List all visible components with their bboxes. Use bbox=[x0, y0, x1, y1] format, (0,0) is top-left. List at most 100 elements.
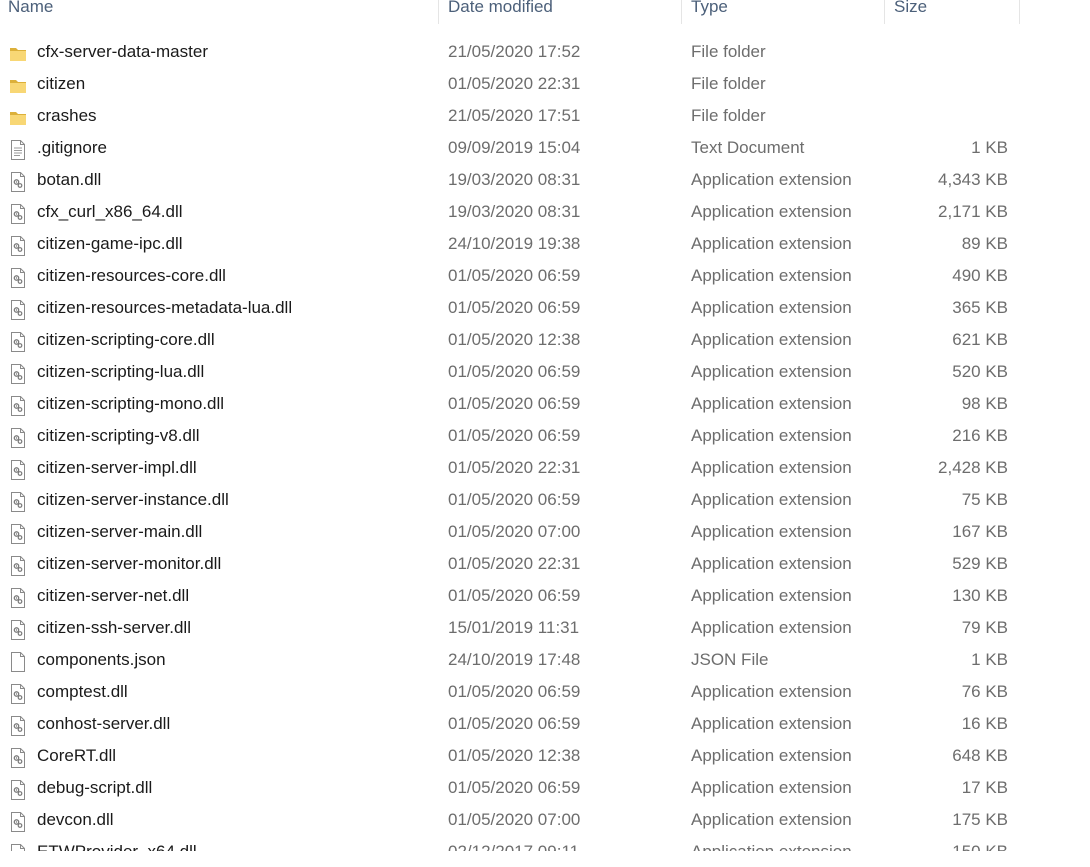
file-size: 167 KB bbox=[952, 522, 1008, 541]
file-row-citizen-resources-core-dll[interactable]: citizen-resources-core.dll 01/05/2020 06:… bbox=[0, 260, 1020, 292]
file-row-debug-script-dll[interactable]: debug-script.dll 01/05/2020 06:59 Applicat… bbox=[0, 772, 1020, 804]
file-type: Application extension bbox=[691, 298, 852, 317]
file-type: Application extension bbox=[691, 394, 852, 413]
column-header-name[interactable]: Name bbox=[0, 0, 438, 24]
file-row-citizen-server-monitor-dll[interactable]: citizen-server-monitor.dll 01/05/2020 22:… bbox=[0, 548, 1020, 580]
dll-file-icon bbox=[9, 619, 27, 640]
file-name: citizen-scripting-v8.dll bbox=[37, 426, 200, 445]
file-name: comptest.dll bbox=[37, 682, 128, 701]
file-row-components-json[interactable]: components.json 24/10/2019 17:48 JSON File… bbox=[0, 644, 1020, 676]
file-type: Application extension bbox=[691, 426, 852, 445]
file-name: devcon.dll bbox=[37, 810, 114, 829]
folder-icon bbox=[9, 75, 27, 95]
file-type: Application extension bbox=[691, 490, 852, 509]
file-date-modified: 01/05/2020 07:00 bbox=[448, 522, 581, 541]
file-name: citizen-server-main.dll bbox=[37, 522, 203, 541]
file-date-modified: 01/05/2020 07:00 bbox=[448, 810, 581, 829]
column-header-size[interactable]: Size bbox=[884, 0, 1019, 24]
file-type: Text Document bbox=[691, 138, 805, 157]
dll-file-icon bbox=[9, 555, 27, 576]
file-size: 2,171 KB bbox=[938, 202, 1008, 221]
file-type: Application extension bbox=[691, 266, 852, 285]
file-type: Application extension bbox=[691, 586, 852, 605]
text-file-icon bbox=[9, 139, 27, 160]
file-row-gitignore[interactable]: .gitignore 09/09/2019 15:04 Text Document 1… bbox=[0, 132, 1020, 164]
file-name: citizen-scripting-mono.dll bbox=[37, 394, 225, 413]
file-row-botan-dll[interactable]: botan.dll 19/03/2020 08:31 Application ext… bbox=[0, 164, 1020, 196]
file-size: 98 KB bbox=[961, 394, 1008, 413]
dll-file-icon bbox=[9, 363, 27, 384]
file-row-citizen-scripting-v8-dll[interactable]: citizen-scripting-v8.dll 01/05/2020 06:59… bbox=[0, 420, 1020, 452]
file-date-modified: 19/03/2020 08:31 bbox=[448, 170, 581, 189]
file-row-citizen-ssh-server-dll[interactable]: citizen-ssh-server.dll 15/01/2019 11:31 Ap… bbox=[0, 612, 1020, 644]
file-date-modified: 24/10/2019 17:48 bbox=[448, 650, 581, 669]
file-date-modified: 01/05/2020 06:59 bbox=[448, 778, 581, 797]
file-name: citizen-scripting-core.dll bbox=[37, 330, 215, 349]
file-name: crashes bbox=[37, 106, 97, 125]
file-size: 4,343 KB bbox=[938, 170, 1008, 189]
dll-file-icon bbox=[9, 235, 27, 256]
file-row-citizen-scripting-lua-dll[interactable]: citizen-scripting-lua.dll 01/05/2020 06:5… bbox=[0, 356, 1020, 388]
file-date-modified: 19/03/2020 08:31 bbox=[448, 202, 581, 221]
column-divider[interactable] bbox=[1019, 0, 1020, 24]
file-name: citizen-ssh-server.dll bbox=[37, 618, 191, 637]
file-row-devcon-dll[interactable]: devcon.dll 01/05/2020 07:00 Application ex… bbox=[0, 804, 1020, 836]
file-row-citizen-server-impl-dll[interactable]: citizen-server-impl.dll 01/05/2020 22:31 A… bbox=[0, 452, 1020, 484]
file-size: 175 KB bbox=[952, 810, 1008, 829]
file-row-cfx-curl-x86-64-dll[interactable]: cfx_curl_x86_64.dll 19/03/2020 08:31 Appli… bbox=[0, 196, 1020, 228]
file-list: cfx-server-data-master 21/05/2020 17:52 Fi… bbox=[0, 36, 1090, 867]
column-header-type[interactable]: Type bbox=[681, 0, 884, 24]
file-name: conhost-server.dll bbox=[37, 714, 171, 733]
file-row-crashes[interactable]: crashes 21/05/2020 17:51 File folder bbox=[0, 100, 1020, 132]
file-row-citizen-resources-metadata-lua-dll[interactable]: citizen-resources-metadata-lua.dll 01/05/… bbox=[0, 292, 1020, 324]
file-date-modified: 01/05/2020 22:31 bbox=[448, 554, 581, 573]
file-row-conhost-server-dll[interactable]: conhost-server.dll 01/05/2020 06:59 Applic… bbox=[0, 708, 1020, 740]
dll-file-icon bbox=[9, 427, 27, 448]
file-name: cfx_curl_x86_64.dll bbox=[37, 202, 183, 221]
list-viewport-edge bbox=[0, 851, 1090, 867]
dll-file-icon bbox=[9, 331, 27, 352]
file-type: JSON File bbox=[691, 650, 769, 669]
file-name: debug-script.dll bbox=[37, 778, 153, 797]
file-size: 490 KB bbox=[952, 266, 1008, 285]
dll-file-icon bbox=[9, 587, 27, 608]
file-date-modified: 01/05/2020 06:59 bbox=[448, 298, 581, 317]
file-row-citizen-server-main-dll[interactable]: citizen-server-main.dll 01/05/2020 07:00 A… bbox=[0, 516, 1020, 548]
file-date-modified: 15/01/2019 11:31 bbox=[448, 618, 580, 637]
file-row-citizen[interactable]: citizen 01/05/2020 22:31 File folder bbox=[0, 68, 1020, 100]
dll-file-icon bbox=[9, 811, 27, 832]
file-size: 89 KB bbox=[961, 234, 1008, 253]
file-row-comptest-dll[interactable]: comptest.dll 01/05/2020 06:59 Application … bbox=[0, 676, 1020, 708]
file-name: citizen-scripting-lua.dll bbox=[37, 362, 205, 381]
file-type: File folder bbox=[691, 74, 766, 93]
file-type: Application extension bbox=[691, 522, 852, 541]
file-size: 365 KB bbox=[952, 298, 1008, 317]
file-type: Application extension bbox=[691, 746, 852, 765]
file-date-modified: 24/10/2019 19:38 bbox=[448, 234, 581, 253]
file-type: Application extension bbox=[691, 330, 852, 349]
file-size: 621 KB bbox=[952, 330, 1008, 349]
file-name: citizen-resources-metadata-lua.dll bbox=[37, 298, 293, 317]
file-row-citizen-server-instance-dll[interactable]: citizen-server-instance.dll 01/05/2020 06… bbox=[0, 484, 1020, 516]
dll-file-icon bbox=[9, 747, 27, 768]
file-date-modified: 01/05/2020 12:38 bbox=[448, 330, 581, 349]
dll-file-icon bbox=[9, 203, 27, 224]
file-row-citizen-server-net-dll[interactable]: citizen-server-net.dll 01/05/2020 06:59 Ap… bbox=[0, 580, 1020, 612]
file-row-citizen-scripting-core-dll[interactable]: citizen-scripting-core.dll 01/05/2020 12:… bbox=[0, 324, 1020, 356]
file-size: 1 KB bbox=[971, 138, 1008, 157]
file-name: citizen-server-impl.dll bbox=[37, 458, 197, 477]
file-size: 2,428 KB bbox=[938, 458, 1008, 477]
file-date-modified: 01/05/2020 06:59 bbox=[448, 490, 581, 509]
file-size: 1 KB bbox=[971, 650, 1008, 669]
column-header-date-modified[interactable]: Date modified bbox=[438, 0, 681, 24]
file-row-cfx-server-data-master[interactable]: cfx-server-data-master 21/05/2020 17:52 Fi… bbox=[0, 36, 1020, 68]
file-type: Application extension bbox=[691, 170, 852, 189]
file-type: Application extension bbox=[691, 810, 852, 829]
file-name: citizen-server-instance.dll bbox=[37, 490, 229, 509]
file-date-modified: 01/05/2020 06:59 bbox=[448, 714, 581, 733]
file-row-corert-dll[interactable]: CoreRT.dll 01/05/2020 12:38 Application ex… bbox=[0, 740, 1020, 772]
file-row-citizen-game-ipc-dll[interactable]: citizen-game-ipc.dll 24/10/2019 19:38 Appl… bbox=[0, 228, 1020, 260]
file-name: components.json bbox=[37, 650, 166, 669]
file-row-citizen-scripting-mono-dll[interactable]: citizen-scripting-mono.dll 01/05/2020 06:… bbox=[0, 388, 1020, 420]
file-date-modified: 01/05/2020 06:59 bbox=[448, 362, 581, 381]
